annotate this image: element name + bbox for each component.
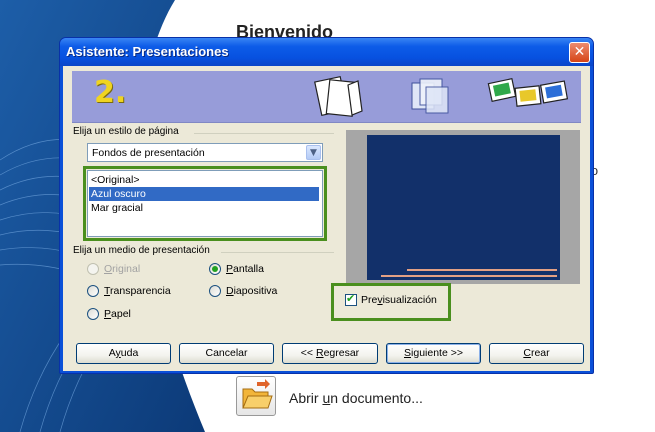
- open-document-icon[interactable]: [236, 376, 276, 416]
- page-style-divider: [194, 133, 334, 134]
- preview-checkbox-highlight-frame: [331, 283, 451, 321]
- dialog-client-area: 2. Elija un estilo de página Fondos de p…: [63, 66, 590, 371]
- preview-slide: [367, 135, 560, 280]
- radio-slide[interactable]: [209, 285, 221, 297]
- next-button[interactable]: Siguiente >>: [386, 343, 481, 364]
- open-document-label-prefix: Abrir: [289, 390, 323, 406]
- radio-screen-text: antalla: [233, 263, 264, 275]
- radio-screen[interactable]: [209, 263, 221, 275]
- next-label-mnemonic: S: [404, 347, 412, 359]
- dialog-titlebar[interactable]: Asistente: Presentaciones ✕: [60, 38, 593, 66]
- back-button[interactable]: << Regresar: [282, 343, 378, 364]
- back-label-rest: egresar: [323, 347, 360, 359]
- listbox-highlight-frame: [83, 166, 327, 241]
- close-button[interactable]: ✕: [569, 42, 590, 63]
- radio-original-text: riginal: [112, 263, 141, 275]
- radio-screen-label: Pantalla: [226, 263, 264, 275]
- back-label-mnemonic: R: [315, 347, 324, 359]
- help-label-a: A: [108, 347, 116, 359]
- radio-transparency-label: Transparencia: [104, 285, 171, 297]
- help-label-rest: uda: [120, 347, 139, 359]
- radio-slide-mnemonic: D: [226, 285, 234, 297]
- radio-transparency[interactable]: [87, 285, 99, 297]
- medium-group-label: Elija un medio de presentación: [73, 245, 210, 256]
- next-label-rest: iguiente >>: [411, 347, 463, 359]
- open-document-label-suffix: n documento...: [330, 390, 423, 406]
- create-button[interactable]: Crear: [489, 343, 584, 364]
- wizard-banner: 2.: [72, 71, 581, 123]
- radio-screen-mnemonic: P: [226, 263, 234, 275]
- create-label-rest: rear: [530, 347, 550, 359]
- open-document-link[interactable]: Abrir un documento...: [289, 390, 423, 406]
- preview-accent-line: [407, 269, 557, 271]
- preview-accent-line: [381, 275, 557, 277]
- create-label-mnemonic: C: [523, 347, 531, 359]
- back-label-prefix: <<: [300, 347, 316, 359]
- page-style-category-select[interactable]: Fondos de presentación ▼: [87, 143, 323, 162]
- radio-original-mnemonic: O: [104, 263, 113, 275]
- radio-slide-text: iapositiva: [233, 285, 278, 297]
- radio-slide-label: Diapositiva: [226, 285, 277, 297]
- help-button[interactable]: Ayuda: [76, 343, 171, 364]
- radio-paper-text: apel: [111, 308, 131, 320]
- page-style-category-value: Fondos de presentación: [92, 147, 205, 159]
- page-style-group-label: Elija un estilo de página: [73, 126, 179, 137]
- radio-original-label: Original: [104, 263, 140, 275]
- radio-paper-mnemonic: P: [104, 308, 112, 320]
- presentation-wizard-dialog: Asistente: Presentaciones ✕ 2. Elija un …: [59, 37, 594, 374]
- chevron-down-icon[interactable]: ▼: [306, 145, 321, 160]
- radio-paper[interactable]: [87, 308, 99, 320]
- color-slides-icon: [487, 77, 569, 107]
- layers-icon: [411, 78, 449, 114]
- close-icon: ✕: [573, 44, 586, 60]
- slide-preview: [346, 130, 580, 284]
- radio-transparency-text: ransparencia: [110, 285, 171, 297]
- cancel-button[interactable]: Cancelar: [179, 343, 274, 364]
- pages-icon: [314, 75, 363, 117]
- dialog-title: Asistente: Presentaciones: [66, 44, 229, 59]
- medium-divider: [221, 252, 334, 253]
- step-number: 2.: [94, 75, 127, 110]
- radio-original[interactable]: [87, 263, 99, 275]
- radio-paper-label: Papel: [104, 308, 131, 320]
- radio-selected-dot: [212, 266, 218, 272]
